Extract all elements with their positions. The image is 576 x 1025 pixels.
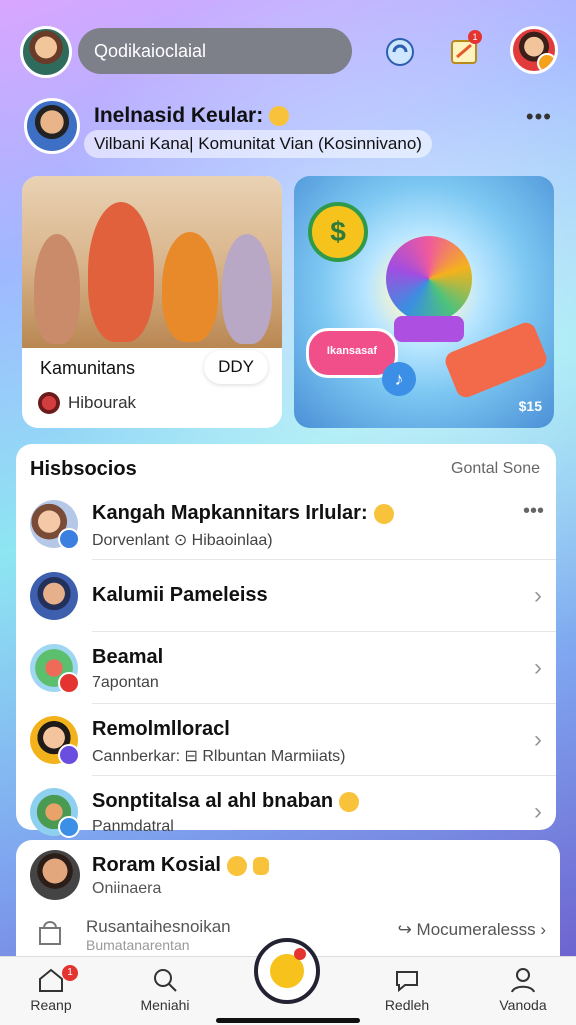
dollar-coin-icon: $ xyxy=(308,202,368,262)
community-pill[interactable]: DDY xyxy=(204,350,268,384)
support-icon[interactable] xyxy=(380,32,420,72)
list-item[interactable]: Remolmlloracl Cannberkar: ⊟ Rlbuntan Mar… xyxy=(16,704,556,776)
edit-note-icon[interactable]: 1 xyxy=(444,30,484,72)
user-avatar[interactable] xyxy=(24,98,80,154)
globe-base-illustration xyxy=(394,316,464,342)
music-globe-illustration xyxy=(386,236,472,322)
chevron-right-icon: › xyxy=(540,920,546,939)
list-item-avatar xyxy=(30,788,80,838)
nav-chat-label: Redleh xyxy=(384,997,430,1013)
community-photo xyxy=(22,176,282,348)
list-item-avatar xyxy=(30,500,80,550)
list-item-title: Beamal xyxy=(92,646,164,668)
more-options-icon[interactable]: ••• xyxy=(523,500,544,523)
search-input[interactable]: Qodikaioclaial xyxy=(78,28,352,74)
social-action[interactable]: Rusantaihesnoikan Bumatanarentan xyxy=(32,914,231,955)
coin-icon xyxy=(537,53,555,71)
nav-profile-label: Vanoda xyxy=(499,997,547,1013)
chevron-right-icon: › xyxy=(534,726,542,753)
rewards-card[interactable]: $ Ikansasaf ♪ $15 xyxy=(294,176,554,428)
social-action-text: Rusantaihesnoikan xyxy=(86,916,231,936)
list-title: Hisbsocios xyxy=(30,458,137,480)
list-item-avatar xyxy=(30,716,80,766)
list-item-subtitle: 7apontan xyxy=(92,674,159,691)
list-item[interactable]: Kangah Mapkannitars Irlular: Dorvenlant … xyxy=(16,488,556,560)
profile-avatar[interactable] xyxy=(20,26,72,78)
community-footer-text: Hibourak xyxy=(68,393,137,412)
home-indicator xyxy=(216,1018,360,1023)
nav-search[interactable]: Meniahi xyxy=(120,963,210,1013)
profile-icon xyxy=(478,963,568,997)
community-card[interactable]: Kamunitans DDY Hibourak xyxy=(22,176,282,428)
rewards-price: $15 xyxy=(518,398,542,414)
list-link[interactable]: Gontal Sone xyxy=(451,460,540,478)
notification-dot xyxy=(294,948,306,960)
list-item[interactable]: Sonptitalsa al ahl bnaban Panmdatral › xyxy=(16,776,556,848)
smile-emoji-icon xyxy=(373,503,394,524)
list-item-subtitle: Panmdatral xyxy=(92,818,174,835)
more-options-icon[interactable]: ••• xyxy=(526,104,552,130)
list-item-avatar xyxy=(30,644,80,694)
list-item-title: Remolmlloracl xyxy=(92,718,230,740)
smile-emoji-icon xyxy=(269,106,290,127)
bulb-emoji-icon xyxy=(339,791,360,812)
chevron-right-icon: › xyxy=(534,798,542,825)
nav-search-label: Meniahi xyxy=(140,997,190,1013)
create-button[interactable] xyxy=(254,938,320,1004)
nav-badge: 1 xyxy=(62,965,78,981)
nav-chat[interactable]: Redleh xyxy=(362,963,452,1013)
list-item-title: Kangah Mapkannitars Irlular: xyxy=(92,502,394,525)
share-link-text: Mocumeralesss xyxy=(416,920,536,939)
share-icon: ↪ xyxy=(397,920,412,939)
list-panel: Hisbsocios Gontal Sone Kangah Mapkannita… xyxy=(16,444,556,838)
member-avatar-icon xyxy=(38,392,60,414)
nav-profile[interactable]: Vanoda xyxy=(478,963,568,1013)
notification-badge: 1 xyxy=(468,30,482,44)
chat-icon xyxy=(362,963,452,997)
list-item[interactable]: Beamal 7apontan › xyxy=(16,632,556,704)
user-header: Inelnasid Keular: Vilbani Kana| Komunita… xyxy=(24,96,560,160)
community-label: Kamunitans xyxy=(40,358,136,378)
social-avatar[interactable] xyxy=(30,850,80,900)
list-item-subtitle: Cannberkar: ⊟ Rlbuntan Marmiiats) xyxy=(92,748,346,765)
community-footer: Hibourak xyxy=(38,392,136,414)
nav-home[interactable]: 1 Reanp xyxy=(6,963,96,1013)
sticker-emoji-icon xyxy=(252,856,269,875)
bag-icon xyxy=(32,914,68,955)
user-subtitle: Vilbani Kana| Komunitat Vian (Kosinnivan… xyxy=(84,130,432,158)
share-link[interactable]: ↪ Mocumeralesss › xyxy=(398,920,546,940)
top-bar: Qodikaioclaial 1 xyxy=(20,24,560,80)
social-status: Oniinaera xyxy=(92,880,162,897)
list-item-title: Kalumii Pameleiss xyxy=(92,584,268,606)
nav-home-label: Reanp xyxy=(30,997,72,1013)
social-name: Roram Kosial xyxy=(92,854,269,877)
list-item[interactable]: Kalumii Pameleiss › xyxy=(16,560,556,632)
list-item-title: Sonptitalsa al ahl bnaban xyxy=(92,790,360,813)
music-note-icon: ♪ xyxy=(382,362,416,396)
home-icon xyxy=(6,963,96,997)
list-item-avatar xyxy=(30,572,78,620)
search-icon xyxy=(120,963,210,997)
social-action-sub: Bumatanarentan xyxy=(86,936,190,953)
account-avatar[interactable] xyxy=(510,26,558,74)
chevron-right-icon: › xyxy=(534,654,542,681)
list-item-subtitle: Dorvenlant ⊙ Hibaoinlaa) xyxy=(92,532,273,549)
user-name: Inelnasid Keular: xyxy=(94,104,290,128)
chevron-right-icon: › xyxy=(534,582,542,609)
smile-emoji-icon xyxy=(226,855,247,876)
